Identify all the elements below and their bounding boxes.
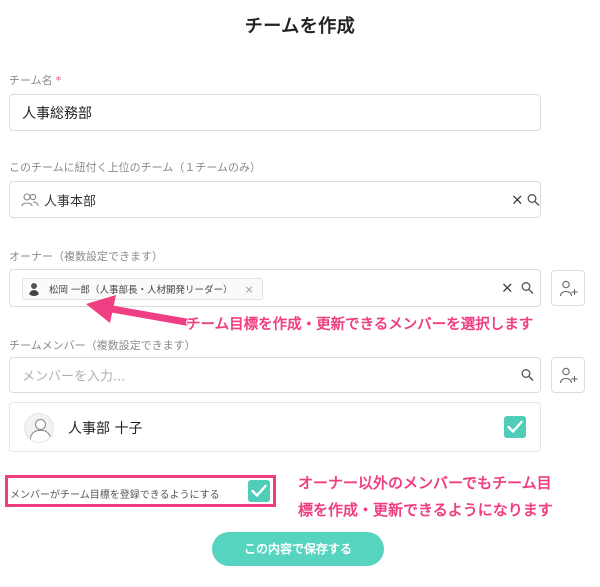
parent-team-label: このチームに紐付く上位のチーム（１チームのみ） — [9, 161, 262, 174]
member-annotation: オーナー以外のメンバーでもチーム目 標を作成・更新できるようになります — [298, 470, 553, 524]
members-label: チームメンバー（複数設定できます） — [9, 339, 196, 352]
team-name-value: 人事総務部 — [22, 105, 92, 122]
owner-annotation: チーム目標を作成・更新できるメンバーを選択します — [186, 317, 534, 333]
add-user-icon — [560, 367, 578, 384]
add-owner-button[interactable] — [551, 270, 585, 306]
owner-label: オーナー（複数設定できます） — [9, 250, 163, 263]
avatar — [27, 282, 41, 296]
member-annotation-line2: 標を作成・更新できるようになります — [298, 501, 553, 519]
users-icon — [21, 192, 39, 206]
owner-chip-text: 松岡 一郎（人事部長・人材開発リーダー） — [49, 285, 233, 296]
avatar — [24, 413, 54, 443]
checkmark-icon — [507, 420, 523, 433]
owner-chip: 松岡 一郎（人事部長・人材開発リーダー） × — [22, 278, 263, 300]
parent-team-select[interactable]: 人事本部 × — [9, 181, 541, 218]
owner-select[interactable]: 松岡 一郎（人事部長・人材開発リーダー） × × — [9, 269, 541, 307]
member-register-setting-label: メンバーがチーム目標を登録できるようにする — [10, 490, 220, 501]
member-annotation-line1: オーナー以外のメンバーでもチーム目 — [298, 474, 552, 492]
members-input[interactable]: メンバーを入力... — [9, 357, 541, 393]
search-icon[interactable] — [521, 369, 534, 382]
members-placeholder: メンバーを入力... — [22, 369, 126, 385]
checkmark-icon — [251, 484, 267, 497]
parent-team-value: 人事本部 — [44, 194, 97, 209]
page-title: チームを作成 — [244, 16, 356, 37]
chip-close-icon[interactable]: × — [245, 283, 254, 296]
member-register-setting: メンバーがチーム目標を登録できるようにする — [5, 475, 276, 507]
team-name-label: チーム名 * — [9, 72, 61, 88]
clear-icon[interactable]: × — [511, 192, 524, 207]
team-name-input[interactable]: 人事総務部 — [9, 94, 541, 131]
team-name-label-text: チーム名 — [9, 74, 53, 87]
required-mark: * — [55, 74, 62, 87]
member-list-item: 人事部 十子 — [9, 402, 541, 452]
save-button[interactable]: この内容で保存する — [212, 532, 384, 566]
member-register-checkbox[interactable] — [248, 480, 270, 502]
member-name: 人事部 十子 — [68, 421, 143, 437]
member-checkbox[interactable] — [504, 416, 526, 438]
search-icon[interactable] — [527, 193, 540, 206]
add-user-icon — [560, 280, 578, 297]
search-icon[interactable] — [521, 282, 534, 295]
clear-icon[interactable]: × — [501, 280, 514, 296]
add-member-button[interactable] — [551, 357, 585, 393]
